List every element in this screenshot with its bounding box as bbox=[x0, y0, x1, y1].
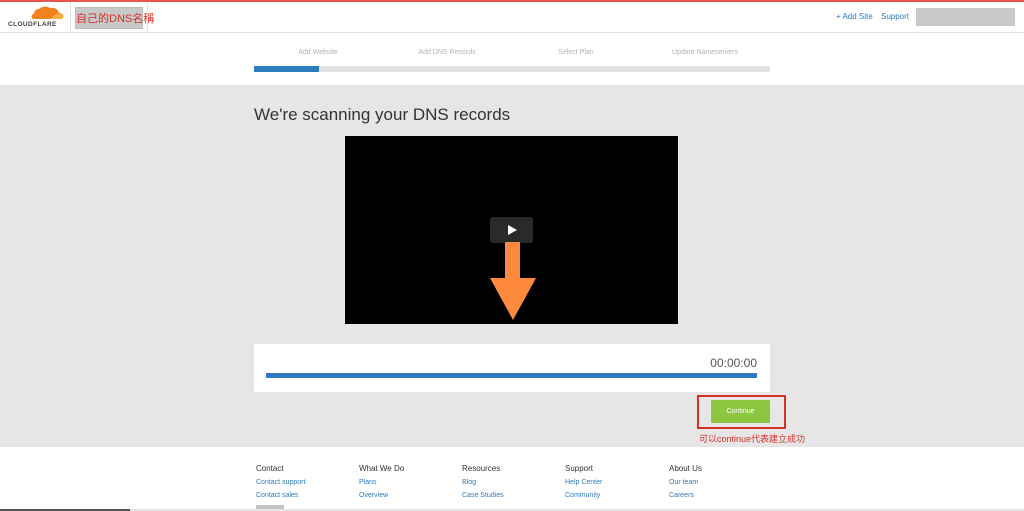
footer-heading: Support bbox=[565, 464, 594, 473]
footer-link-contact-support[interactable]: Contact support bbox=[256, 479, 305, 486]
step-select-plan: Select Plan bbox=[558, 49, 594, 56]
page-title: We're scanning your DNS records bbox=[254, 105, 511, 124]
annotation-text: 可以continue代表建立成功 bbox=[699, 434, 806, 444]
header-divider bbox=[147, 2, 148, 33]
top-header: CLOUDFLARE 自己的DNS名稱 + Add Site Support bbox=[0, 2, 1024, 33]
scan-panel: We're scanning your DNS records 00:00:00… bbox=[0, 85, 1024, 447]
footer-col-about-us: About Us Our team Careers bbox=[669, 464, 702, 505]
footer-col-contact: Contact Contact support Contact sales bbox=[256, 464, 305, 509]
logo-text: CLOUDFLARE bbox=[8, 21, 57, 28]
footer-heading: Resources bbox=[462, 464, 501, 473]
play-button[interactable] bbox=[490, 217, 533, 243]
footer-link-our-team[interactable]: Our team bbox=[669, 479, 702, 486]
setup-steps: Add Website Add DNS Records Select Plan … bbox=[0, 33, 1024, 85]
footer-link-help-center[interactable]: Help Center bbox=[565, 479, 602, 486]
footer-col-what-we-do: What We Do Plans Overview bbox=[359, 464, 404, 505]
scan-progress-card: 00:00:00 bbox=[254, 344, 770, 392]
cloudflare-cloud-icon bbox=[31, 6, 64, 19]
steps-progress-fill bbox=[254, 66, 319, 72]
add-site-link[interactable]: + Add Site bbox=[836, 12, 873, 21]
cloudflare-logo[interactable]: CLOUDFLARE bbox=[8, 6, 66, 30]
footer-col-support: Support Help Center Community bbox=[565, 464, 602, 505]
footer-link-blog[interactable]: Blog bbox=[462, 479, 504, 486]
footer-heading: What We Do bbox=[359, 464, 405, 473]
scan-progress-fill bbox=[266, 373, 757, 378]
footer-heading: About Us bbox=[669, 464, 702, 473]
steps-progress-track bbox=[254, 66, 770, 72]
step-add-dns-records: Add DNS Records bbox=[418, 49, 476, 56]
continue-button[interactable]: Continue bbox=[711, 400, 770, 423]
footer-link-contact-sales[interactable]: Contact sales bbox=[256, 492, 305, 499]
footer-heading: Contact bbox=[256, 464, 284, 473]
footer-link-careers[interactable]: Careers bbox=[669, 492, 702, 499]
footer-link-overview[interactable]: Overview bbox=[359, 492, 404, 499]
play-icon bbox=[507, 225, 517, 235]
footer-link-community[interactable]: Community bbox=[565, 492, 602, 499]
footer-link-plans[interactable]: Plans bbox=[359, 479, 404, 486]
video-player[interactable] bbox=[345, 136, 678, 324]
site-name-label[interactable]: 自己的DNS名稱 bbox=[76, 10, 154, 26]
step-update-nameservers: Update Nameservers bbox=[671, 49, 739, 56]
step-add-website: Add Website bbox=[298, 49, 338, 56]
support-link[interactable]: Support bbox=[881, 12, 909, 21]
account-menu-redacted[interactable] bbox=[916, 8, 1015, 26]
scan-progress-track bbox=[266, 373, 757, 378]
footer-link-case-studies[interactable]: Case Studies bbox=[462, 492, 504, 499]
header-divider bbox=[70, 2, 71, 33]
arrow-down-icon bbox=[490, 242, 536, 320]
footer: Contact Contact support Contact sales Wh… bbox=[0, 447, 1024, 511]
footer-col-resources: Resources Blog Case Studies bbox=[462, 464, 504, 505]
scan-timer: 00:00:00 bbox=[710, 356, 757, 370]
